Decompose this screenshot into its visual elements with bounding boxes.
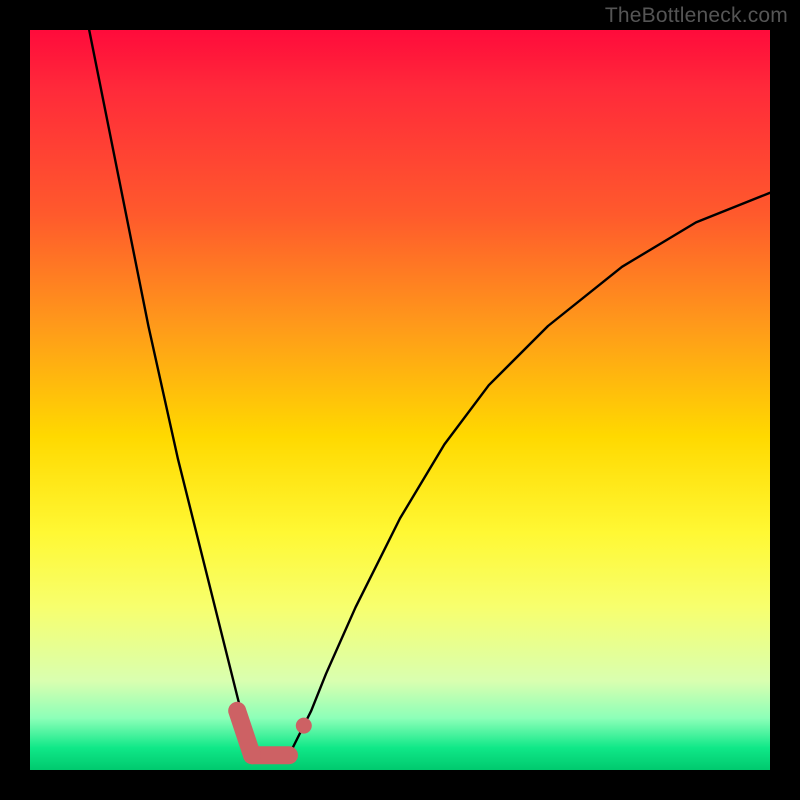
curve-layer <box>30 30 770 770</box>
valley-right-dot <box>296 718 312 734</box>
valley-left-segment <box>237 711 252 755</box>
plot-area <box>30 30 770 770</box>
watermark-text: TheBottleneck.com <box>605 4 788 28</box>
bottleneck-curve <box>89 30 770 763</box>
chart-frame: TheBottleneck.com <box>0 0 800 800</box>
curve-path <box>89 30 770 763</box>
